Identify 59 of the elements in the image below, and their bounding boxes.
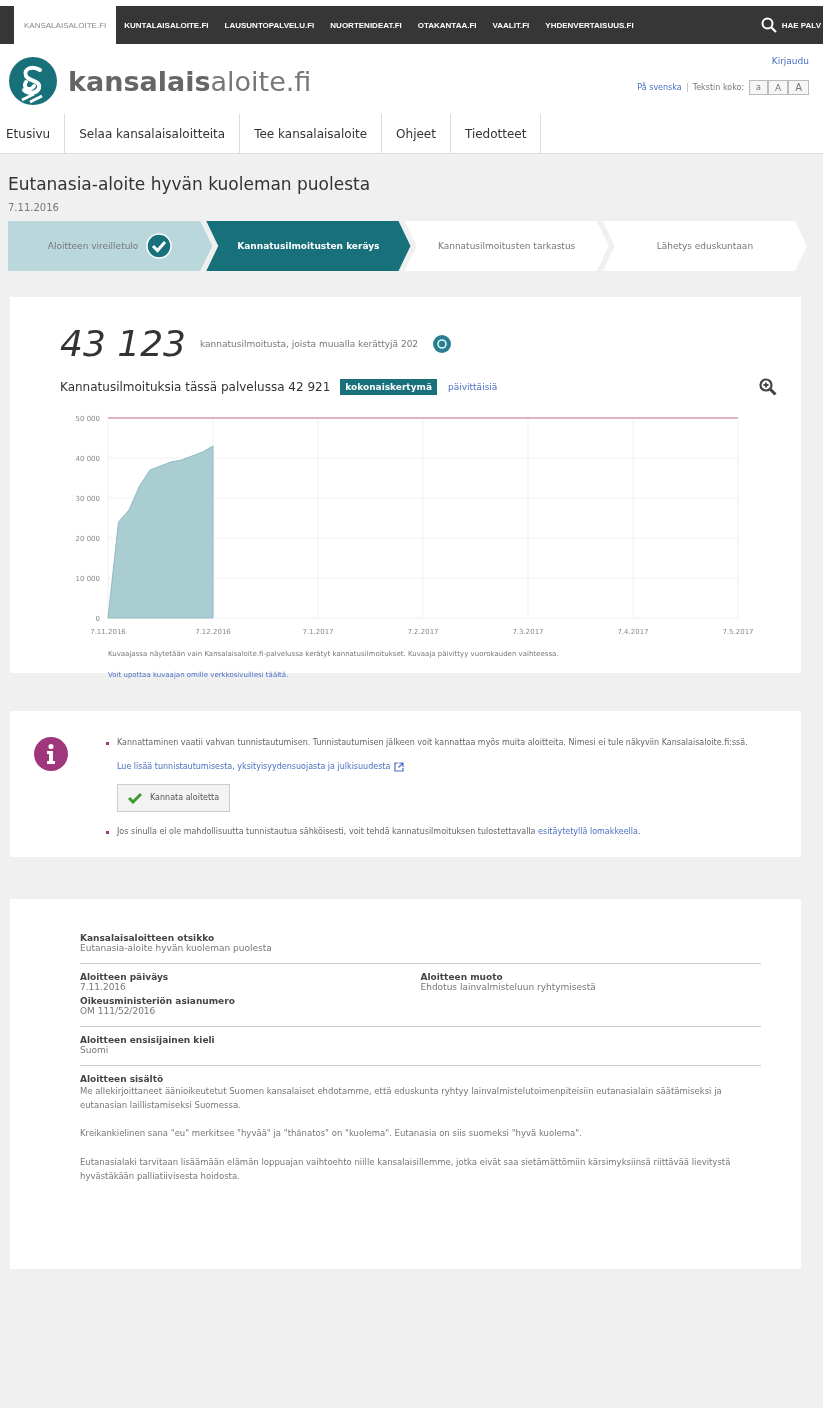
service-count: Kannatusilmoituksia tässä palvelussa 42 921 — [60, 380, 331, 394]
service-link[interactable]: NUORTENIDEAT.FI — [322, 6, 410, 44]
initiative-date: 7.11.2016 — [8, 202, 60, 213]
service-link[interactable]: OTAKANTAA.FI — [409, 6, 485, 44]
text-size-button[interactable]: A — [788, 80, 809, 95]
info-icon — [34, 737, 68, 771]
read-more-link[interactable]: Lue lisää tunnistautumisesta, yksityisyydensuojasta ja julkisuudesta — [117, 762, 391, 772]
field-label: Aloitteen muoto — [420, 971, 504, 982]
field-value: Ehdotus lainvalmisteluun ryhtymisestä — [420, 981, 597, 992]
field-value: Suomi — [80, 1044, 110, 1055]
info-icon[interactable] — [432, 333, 453, 354]
service-link[interactable]: LAUSUNTOPALVELU.FI — [216, 6, 323, 44]
nav-link[interactable]: Tiedotteet — [450, 114, 542, 153]
field-label: Aloitteen päiväys — [80, 971, 170, 982]
field-value: 7.11.2016 — [80, 981, 127, 992]
chart-toggle[interactable]: päivittäisiä — [443, 379, 503, 395]
field-label: Aloitteen ensisijainen kieli — [80, 1034, 216, 1045]
content-paragraph: Me allekirjoittaneet äänioikeutetut Suomen kansalaiset ehdotamme, että eduskunta ryhtyy lainvalmistelutoimenpiteisiin eutanasialain säätämiseksi ja eutanasian laillistamiseksi Suomessa. — [80, 1084, 723, 1113]
check-icon — [128, 791, 142, 804]
nav-link[interactable]: Tee kansalaisaloite — [240, 114, 383, 153]
progress-step: Lähetys eduskuntaan — [602, 221, 807, 271]
support-button[interactable]: Kannata aloitetta — [117, 783, 231, 812]
support-total: 43 123 — [60, 323, 186, 364]
info-text: Kannattaminen vaatii vahvan tunnistautumisen. Tunnistautumisen jälkeen voit kannattaa myös muita aloitteita. Nimesi ei tule näkyviin Kansalaisaloite.fi:ssä. — [117, 737, 748, 749]
chart-toggle[interactable]: kokonaiskertymä — [340, 379, 437, 395]
service-link[interactable]: VAALIT.FI — [484, 6, 538, 44]
login-link[interactable]: Kirjaudu — [771, 56, 809, 66]
progress-step: Kannatusilmoitusten keräys — [206, 221, 411, 271]
bullet-icon — [106, 742, 109, 745]
text-size-button[interactable]: a — [749, 80, 768, 95]
bullet-icon — [106, 830, 109, 834]
search-label[interactable]: HAE PALV — [781, 20, 821, 30]
check-icon — [146, 233, 173, 259]
field-label: Aloitteen sisältö — [80, 1073, 165, 1084]
nav-link[interactable]: Selaa kansalaisaloitteita — [65, 114, 241, 153]
field-label: Kansalaisaloitteen otsikko — [80, 932, 216, 943]
field-label: Oikeusministeriön asianumero — [80, 995, 236, 1006]
text-size-label: Tekstin koko: — [686, 83, 745, 92]
nav-link[interactable]: Ohjeet — [382, 114, 451, 153]
paper-form-text: Jos sinulla ei ole mahdollisuutta tunnistautua sähköisesti, voit tehdä kannatusilmoituksen tulostettavalla esitäytetyllä lomakkeella. — [117, 825, 641, 838]
language-link[interactable]: På svenska — [637, 83, 682, 92]
content-paragraph: Eutanasialaki tarvitaan lisäämään elämän loppuajan vaihtoehto niille kansalaisillemme, jotka eivät saa sietämättömiin kärsimyksiinsä riittävää lievitystä hyvästäkään palliatiivisesta hoidosta. — [80, 1155, 732, 1184]
nav-link[interactable]: Etusivu — [0, 114, 66, 153]
search-icon[interactable] — [760, 17, 777, 33]
field-value: OM 111/52/2016 — [80, 1005, 157, 1016]
initiative-title: Eutanasia-aloite hyvän kuoleman puolesta — [8, 174, 372, 194]
service-link[interactable]: KUNTALAISALOITE.FI — [116, 6, 217, 44]
support-total-text: kannatusilmoitusta, joista muualla kerättyjä 202 — [199, 338, 419, 349]
external-link-icon — [394, 761, 405, 772]
progress-step: Aloitteen vireilletulo — [8, 221, 213, 271]
service-link[interactable]: YHDENVERTAISUUS.FI — [537, 6, 642, 44]
paper-form-link[interactable]: esitäytetyllä lomakkeella — [538, 826, 638, 836]
logo-icon — [8, 56, 58, 106]
progress-step: Kannatusilmoitusten tarkastus — [404, 221, 609, 271]
zoom-icon[interactable] — [759, 378, 777, 396]
logo-text[interactable]: kansalaisaloite.fi — [68, 65, 312, 97]
service-link[interactable]: KANSALAISALOITE.FI — [14, 6, 117, 44]
content-paragraph: Kreikankielinen sana "eu" merkitsee "hyvää" ja "thánatos" on "kuolema". Eutanasia on siis suomeksi "hyvä kuolema". — [80, 1127, 583, 1141]
field-value: Eutanasia-aloite hyvän kuoleman puolesta — [80, 942, 273, 953]
